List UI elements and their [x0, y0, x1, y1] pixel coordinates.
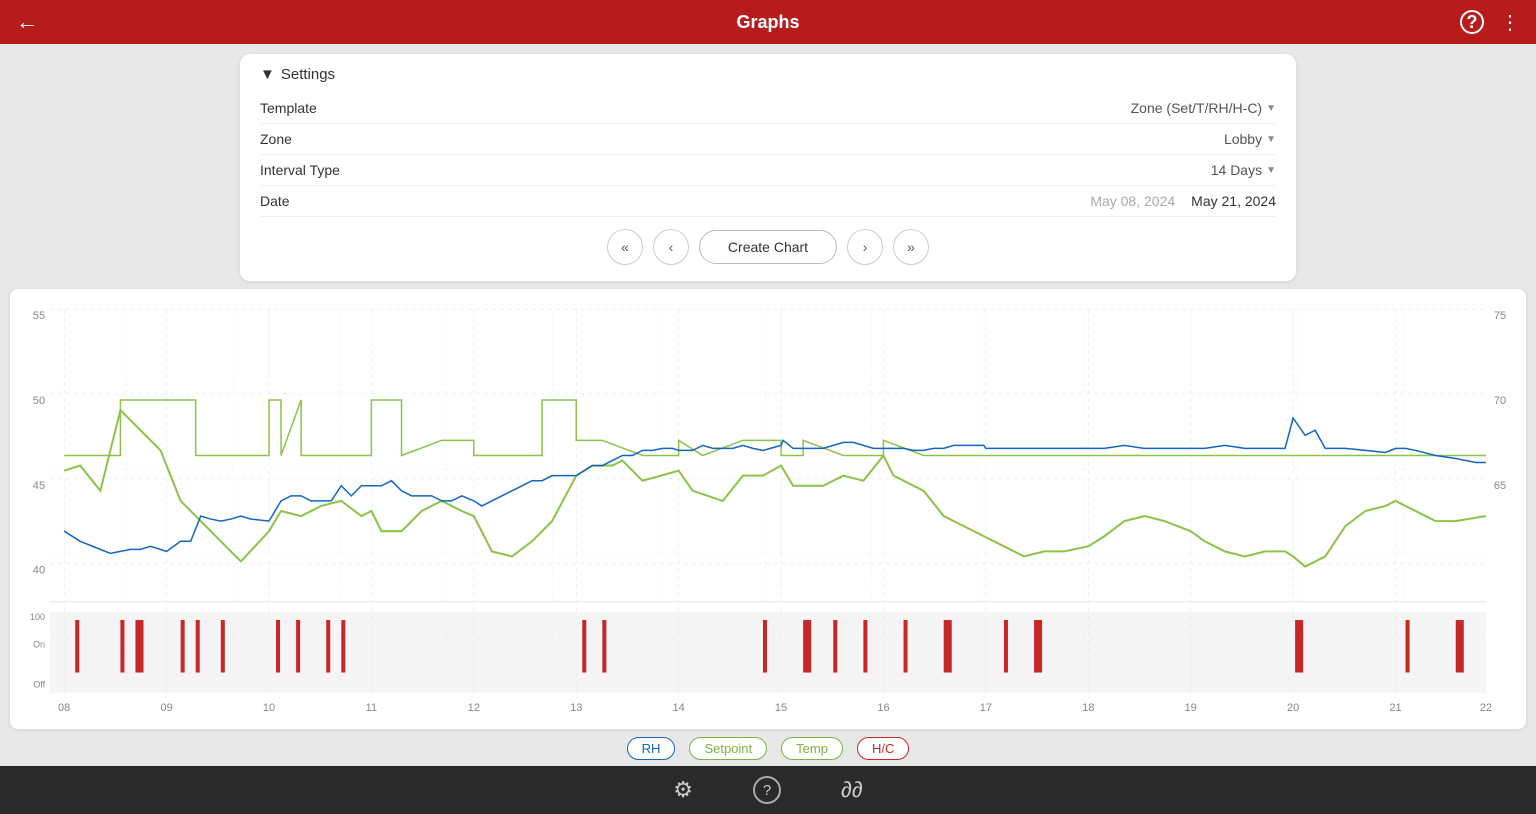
svg-text:Off: Off	[33, 680, 45, 690]
interval-dropdown-icon: ▼	[1266, 165, 1276, 176]
date-from: May 08, 2024	[1090, 193, 1175, 209]
interval-type-label: Interval Type	[260, 162, 340, 178]
template-dropdown-icon: ▼	[1266, 103, 1276, 114]
template-label: Template	[260, 100, 317, 116]
settings-label: Settings	[281, 66, 335, 83]
date-row: Date May 08, 2024 May 21, 2024	[260, 186, 1276, 217]
legend-rh[interactable]: RH	[627, 737, 676, 760]
zone-label: Zone	[260, 131, 292, 147]
svg-text:18: 18	[1082, 702, 1094, 714]
prev-button[interactable]: ‹	[653, 229, 689, 265]
back-button[interactable]: ←	[16, 9, 38, 35]
help-icon[interactable]: ?	[753, 776, 781, 804]
interval-type-row: Interval Type 14 Days ▼	[260, 155, 1276, 186]
grid-icon[interactable]: ∂∂	[841, 777, 863, 803]
svg-text:08: 08	[58, 702, 70, 714]
prev-prev-button[interactable]: «	[607, 229, 643, 265]
interval-type-value[interactable]: 14 Days ▼	[1211, 162, 1276, 178]
next-next-button[interactable]: »	[893, 229, 929, 265]
settings-arrow-icon: ▼	[260, 66, 275, 83]
svg-text:45: 45	[33, 480, 45, 492]
svg-text:17: 17	[980, 702, 992, 714]
svg-text:20: 20	[1287, 702, 1299, 714]
legend-setpoint[interactable]: Setpoint	[689, 737, 767, 760]
help-icon[interactable]: ?	[1460, 10, 1484, 34]
svg-text:12: 12	[468, 702, 480, 714]
svg-text:11: 11	[366, 702, 377, 714]
svg-text:10: 10	[263, 702, 275, 714]
template-value[interactable]: Zone (Set/T/RH/H-C) ▼	[1131, 100, 1276, 116]
date-to: May 21, 2024	[1191, 193, 1276, 209]
chart-container: 55 50 45 40 75 70 65 100 On Off 08 09 10…	[10, 289, 1526, 729]
date-label: Date	[260, 193, 290, 209]
svg-text:On: On	[33, 639, 45, 649]
svg-text:65: 65	[1494, 480, 1506, 492]
date-range: May 08, 2024 May 21, 2024	[1090, 193, 1276, 209]
tools-icon[interactable]: ⚙	[673, 777, 693, 803]
legend: RH Setpoint Temp H/C	[0, 737, 1536, 760]
nav-row: « ‹ Create Chart › »	[260, 229, 1276, 265]
legend-temp[interactable]: Temp	[781, 737, 843, 760]
svg-text:22: 22	[1480, 702, 1492, 714]
svg-text:70: 70	[1494, 395, 1506, 407]
svg-text:55: 55	[33, 310, 45, 322]
more-icon[interactable]: ⋮	[1500, 10, 1520, 35]
svg-text:75: 75	[1494, 310, 1506, 322]
legend-hc[interactable]: H/C	[857, 737, 909, 760]
svg-text:50: 50	[33, 395, 45, 407]
svg-text:19: 19	[1185, 702, 1197, 714]
svg-text:13: 13	[570, 702, 582, 714]
chart-svg: 55 50 45 40 75 70 65 100 On Off 08 09 10…	[20, 299, 1516, 723]
zone-row: Zone Lobby ▼	[260, 124, 1276, 155]
next-button[interactable]: ›	[847, 229, 883, 265]
zone-dropdown-icon: ▼	[1266, 134, 1276, 145]
svg-text:21: 21	[1389, 702, 1401, 714]
svg-text:09: 09	[160, 702, 172, 714]
create-chart-button[interactable]: Create Chart	[699, 230, 837, 264]
svg-text:100: 100	[30, 612, 45, 622]
template-row: Template Zone (Set/T/RH/H-C) ▼	[260, 93, 1276, 124]
settings-panel: ▼ Settings Template Zone (Set/T/RH/H-C) …	[240, 54, 1296, 281]
svg-text:16: 16	[877, 702, 889, 714]
header-icons: ? ⋮	[1460, 10, 1520, 35]
svg-text:14: 14	[673, 702, 685, 714]
bottom-bar: ⚙ ? ∂∂	[0, 766, 1536, 814]
svg-text:15: 15	[775, 702, 787, 714]
page-title: Graphs	[736, 12, 799, 33]
settings-header[interactable]: ▼ Settings	[260, 66, 1276, 83]
zone-value[interactable]: Lobby ▼	[1224, 131, 1276, 147]
header: ← Graphs ? ⋮	[0, 0, 1536, 44]
svg-text:40: 40	[33, 565, 45, 577]
